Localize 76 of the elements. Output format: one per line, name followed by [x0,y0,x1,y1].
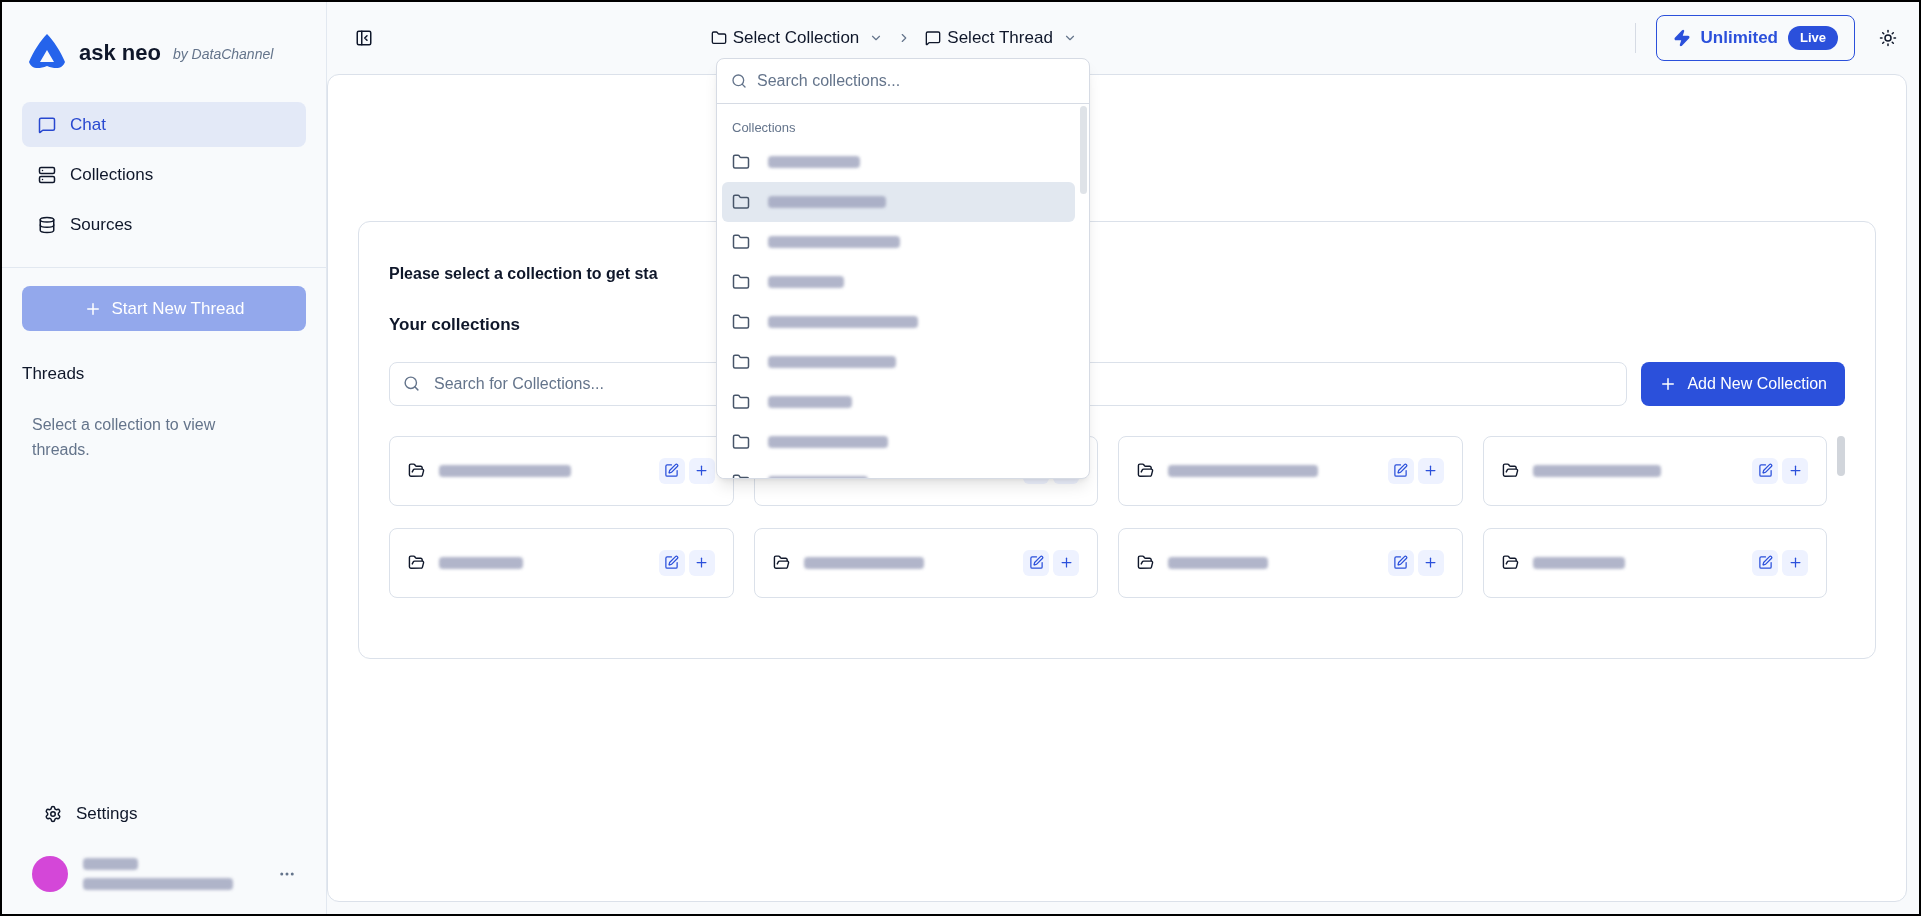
threads-heading: Threads [22,363,86,385]
folder-icon [732,233,750,251]
theme-toggle-icon[interactable] [1879,29,1897,47]
folder-icon [1137,462,1154,479]
edit-button[interactable] [1752,549,1778,576]
sidebar-nav-item[interactable]: Sources [22,202,306,247]
edit-button[interactable] [1387,549,1414,576]
avatar [32,856,68,892]
folder-icon [732,313,750,331]
dropdown-group-label: Collections [731,119,797,138]
plus-icon [1787,555,1803,570]
folder-icon [732,393,750,411]
collections-search-field[interactable]: Search for Collections... [389,361,1628,406]
folder-icon [732,433,750,451]
plus-icon [1058,555,1074,570]
folder-icon [408,554,425,571]
add-button[interactable] [1782,457,1808,484]
edit-button[interactable] [658,549,685,576]
add-button[interactable] [688,457,715,484]
add-collection-button[interactable]: Add New Collection [1641,361,1845,406]
search-icon [403,374,420,392]
settings-icon [44,805,62,823]
edit-button[interactable] [1023,549,1049,576]
edit-icon [1757,463,1773,478]
dropdown-scrollbar[interactable] [1080,106,1087,194]
dropdown-item[interactable] [722,182,1075,222]
collapse-sidebar-icon[interactable] [355,29,373,47]
brand-byline: by DataChannel [172,44,274,64]
chat-bubble-icon [38,115,56,134]
edit-icon [1028,555,1044,570]
search-icon [731,73,747,89]
add-button[interactable] [1782,549,1808,576]
edit-icon [1393,555,1408,570]
plan-button[interactable]: Unlimited Live [1655,15,1855,61]
edit-icon [664,555,679,570]
folder-icon [732,193,750,211]
live-badge: Live [1788,26,1838,50]
add-button[interactable] [688,549,715,576]
folder-icon [408,462,425,479]
collection-select[interactable]: Select Collection [710,25,884,51]
folder-icon [732,353,750,371]
plus-icon [1423,555,1438,570]
dropdown-search-field[interactable]: Search collections... [757,69,1075,93]
database-icon [38,215,56,234]
folder-icon [732,153,750,171]
add-button[interactable] [1417,457,1444,484]
edit-icon [1393,463,1408,478]
folder-icon [732,273,750,291]
edit-button[interactable] [1387,457,1414,484]
add-button[interactable] [1417,549,1444,576]
plus-icon [1787,463,1803,478]
edit-icon [1757,555,1773,570]
folder-icon [1137,554,1154,571]
folder-icon [1501,554,1519,571]
add-button[interactable] [1053,549,1079,576]
folder-icon [1501,462,1519,479]
threads-empty-message: Select a collection to view threads. [31,414,217,460]
thread-select[interactable]: Select Thread [925,25,1077,51]
stacked-boxes-icon [38,165,56,184]
folder-icon [710,30,727,46]
brand-name: ask neo [79,38,161,67]
edit-button[interactable] [1752,457,1778,484]
lightning-icon [1672,29,1691,47]
prompt-heading: Please select a collection to get sta [389,264,658,284]
collections-heading: Your collections [389,314,520,336]
folder-icon [772,554,790,571]
settings-link[interactable]: Settings [2,794,326,834]
plus-icon [1423,463,1438,478]
plus-icon [694,463,709,478]
chat-bubble-icon [925,30,942,46]
sidebar-nav-item[interactable]: Collections [22,152,306,197]
sidebar-nav-item[interactable]: Chat [22,102,306,147]
edit-icon [664,463,679,478]
scrollbar[interactable] [1837,435,1845,476]
plus-icon [694,555,709,570]
edit-button[interactable] [658,457,685,484]
